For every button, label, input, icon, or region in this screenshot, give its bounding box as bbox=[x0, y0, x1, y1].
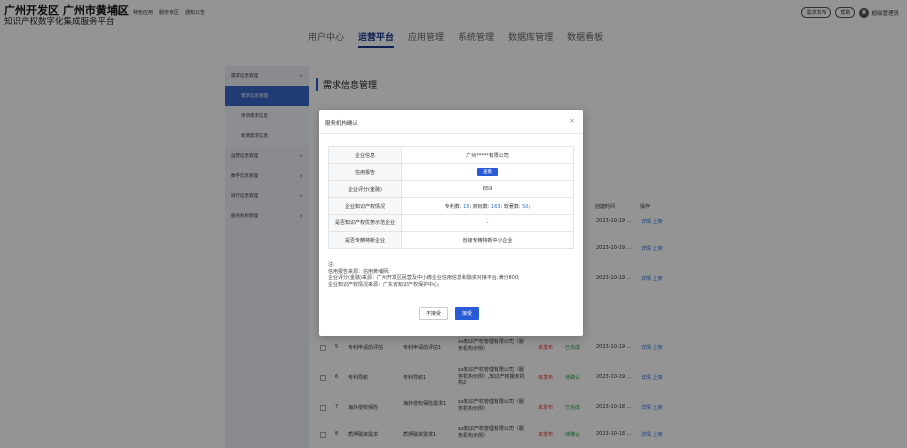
info-key: 是否专精特新企业 bbox=[328, 231, 402, 249]
view-credit-report-button[interactable]: 查看 bbox=[477, 168, 498, 176]
ip-summary: 专利数: 15; 商标数: 163; 软著数: 50; bbox=[401, 197, 574, 215]
info-row-company: 企业信息 广州*****有限公司 bbox=[328, 146, 574, 164]
trademark-count: 163 bbox=[491, 203, 501, 210]
software-label: ; 软著数: bbox=[500, 203, 521, 210]
agency-confirm-dialog: 服务机构确认 × 企业信息 广州*****有限公司 信用报告 查看 企业评分(金… bbox=[319, 110, 583, 336]
note-line: 企业评分(金融)来源：广州开发区民营及中小微企业信用信息和融资对接平台,满分80… bbox=[328, 275, 520, 281]
info-key: 企业信息 bbox=[328, 146, 402, 164]
info-row-credit: 信用报告 查看 bbox=[328, 163, 574, 181]
accept-button[interactable]: 接受 bbox=[455, 307, 480, 320]
note-line: 企业知识产权情况来源：广东省知识产权保护中心; bbox=[328, 281, 440, 288]
dialog-actions: 不接受 接受 bbox=[419, 307, 480, 320]
patent-label: 专利数: bbox=[444, 203, 462, 210]
info-row-score: 企业评分(金融) 659 bbox=[328, 180, 574, 198]
finance-score: 659 bbox=[401, 180, 574, 198]
info-key: 企业评分(金融) bbox=[328, 180, 402, 198]
dialog-divider bbox=[319, 133, 583, 134]
specialized-value: 省级专精特新中小企业 bbox=[401, 231, 574, 249]
info-key: 是否知识产权优势示范企业 bbox=[328, 214, 402, 232]
ip-end: ; bbox=[528, 203, 531, 210]
company-name: 广州*****有限公司 bbox=[401, 146, 574, 164]
close-icon[interactable]: × bbox=[569, 117, 575, 125]
source-notes: 注: 信用报告来源：信用黄埔网; 企业评分(金融)来源：广州开发区民营及中小微企… bbox=[328, 262, 520, 288]
dialog-title: 服务机构确认 bbox=[325, 121, 359, 127]
info-row-specialized: 是否专精特新企业 省级专精特新中小企业 bbox=[328, 231, 574, 249]
credit-report-cell: 查看 bbox=[401, 163, 574, 181]
trademark-label: ; 商标数: bbox=[469, 203, 490, 210]
company-info-table: 企业信息 广州*****有限公司 信用报告 查看 企业评分(金融) 659 企业… bbox=[328, 146, 574, 249]
ip-demo-value: - bbox=[401, 214, 574, 232]
info-key: 信用报告 bbox=[328, 163, 402, 181]
info-key: 企业知识产权情况 bbox=[328, 197, 402, 215]
info-row-ip-demo: 是否知识产权优势示范企业 - bbox=[328, 214, 574, 232]
info-row-ip: 企业知识产权情况 专利数: 15; 商标数: 163; 软著数: 50; bbox=[328, 197, 574, 215]
reject-button[interactable]: 不接受 bbox=[419, 307, 449, 320]
